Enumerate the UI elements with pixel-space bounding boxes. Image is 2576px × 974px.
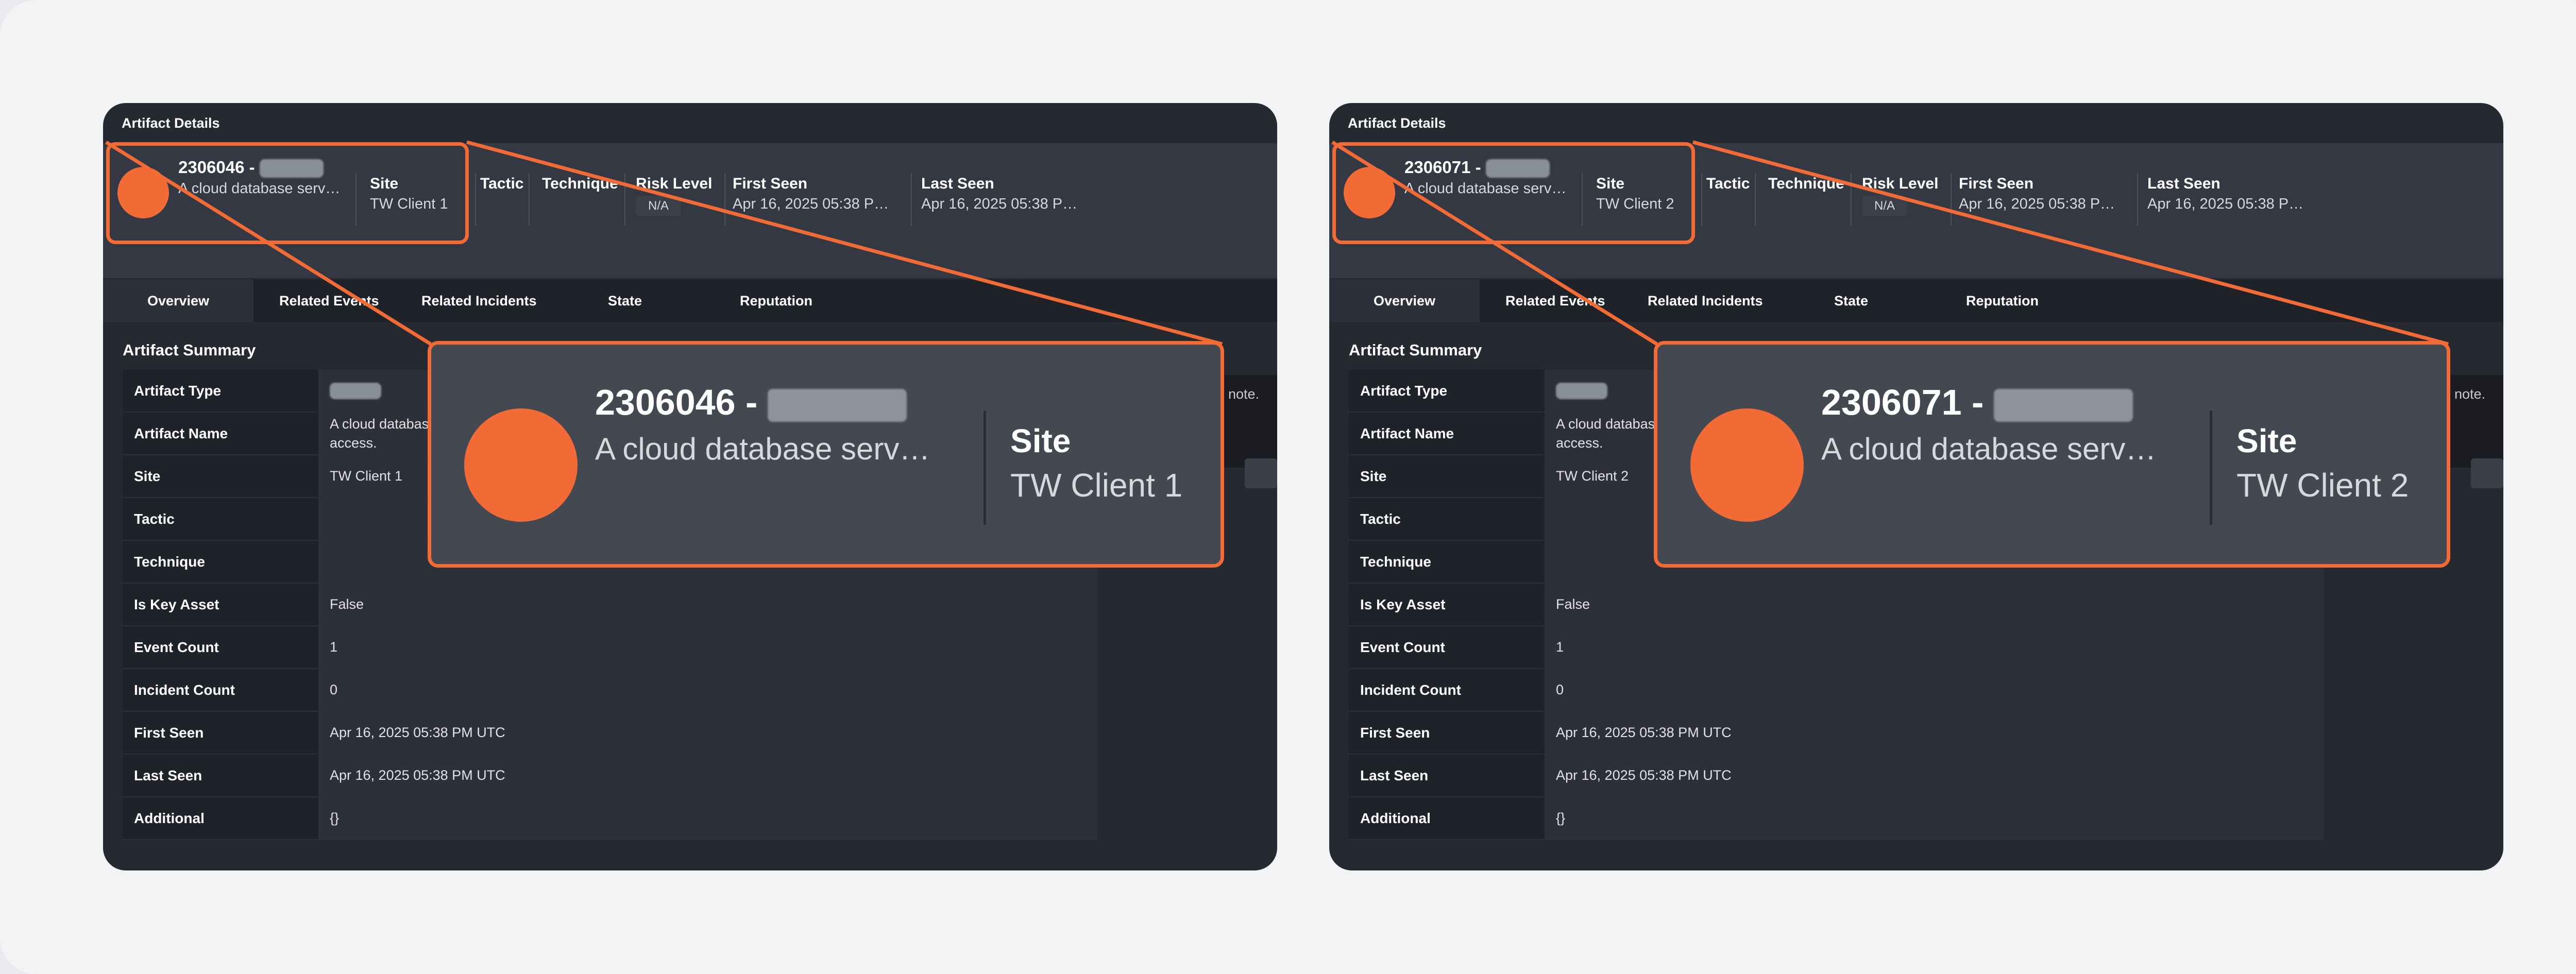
tab-bar: Overview Related Events Related Incident… bbox=[103, 280, 1277, 322]
header-risk-level: Risk Level N/A bbox=[1862, 175, 1938, 216]
header-divider bbox=[724, 173, 725, 226]
header-divider bbox=[1851, 173, 1852, 226]
zoom-site-value: TW Client 2 bbox=[2236, 467, 2409, 504]
table-row: Incident Count 0 bbox=[123, 669, 1097, 712]
risk-level-badge: N/A bbox=[1862, 196, 1908, 216]
side-note-text: note. bbox=[2454, 386, 2486, 402]
header-first-seen: First Seen Apr 16, 2025 05:38 P… bbox=[1959, 175, 2115, 212]
header-risk-level: Risk Level N/A bbox=[636, 175, 712, 216]
highlight-box bbox=[1332, 142, 1695, 244]
header-technique: Technique bbox=[1768, 175, 1844, 192]
zoom-callout: 2306046 - A cloud database serv… Site TW… bbox=[428, 341, 1224, 568]
page-background: Artifact Details 2306046 - A cloud datab… bbox=[0, 0, 2576, 974]
section-title: Artifact Summary bbox=[1349, 341, 1482, 359]
tab-reputation[interactable]: Reputation bbox=[1966, 280, 2039, 322]
side-action-button[interactable] bbox=[1245, 458, 1277, 488]
header-divider bbox=[1951, 173, 1952, 226]
artifact-details-window-right: Artifact Details 2306071 - A cloud datab… bbox=[1329, 103, 2503, 870]
zoom-artifact-id: 2306071 - bbox=[1821, 382, 2133, 423]
side-note-text: note. bbox=[1228, 386, 1260, 402]
table-row: Additional{} bbox=[123, 797, 1097, 840]
table-row: Event Count 1 bbox=[123, 626, 1097, 669]
zoom-artifact-id: 2306046 - bbox=[595, 382, 907, 423]
zoom-site-label: Site bbox=[1010, 422, 1071, 459]
header-tactic: Tactic bbox=[1706, 175, 1750, 192]
table-row: Event Count 1 bbox=[1349, 626, 2324, 669]
section-title: Artifact Summary bbox=[123, 341, 256, 359]
tab-related-events[interactable]: Related Events bbox=[279, 280, 379, 322]
zoom-callout: 2306071 - A cloud database serv… Site TW… bbox=[1654, 341, 2450, 568]
tab-related-incidents[interactable]: Related Incidents bbox=[421, 280, 537, 322]
redacted-value bbox=[1556, 382, 1607, 399]
highlight-box bbox=[106, 142, 469, 244]
zoom-divider bbox=[2210, 411, 2212, 525]
header-last-seen: Last Seen Apr 16, 2025 05:38 P… bbox=[2147, 175, 2304, 212]
header-divider bbox=[1755, 173, 1756, 226]
header-last-seen: Last Seen Apr 16, 2025 05:38 P… bbox=[921, 175, 1078, 212]
table-row: Is Key Asset False bbox=[123, 584, 1097, 626]
table-row: Is Key Asset False bbox=[1349, 584, 2324, 626]
side-action-button[interactable] bbox=[2471, 458, 2503, 488]
zoom-divider bbox=[984, 411, 986, 525]
redacted-name bbox=[767, 388, 907, 422]
zoom-site-label: Site bbox=[2236, 422, 2297, 459]
table-row: Last Seen Apr 16, 2025 05:38 PM UTC bbox=[1349, 755, 2324, 797]
header-divider bbox=[1701, 173, 1702, 226]
tab-overview[interactable]: Overview bbox=[1329, 280, 1480, 322]
tab-overview[interactable]: Overview bbox=[103, 280, 253, 322]
header-divider bbox=[475, 173, 476, 226]
zoom-avatar-icon bbox=[464, 408, 578, 522]
tab-related-incidents[interactable]: Related Incidents bbox=[1648, 280, 1763, 322]
zoom-description: A cloud database serv… bbox=[1821, 432, 2157, 466]
header-divider bbox=[911, 173, 912, 226]
redacted-name bbox=[1993, 388, 2133, 422]
zoom-avatar-icon bbox=[1690, 408, 1804, 522]
zoom-description: A cloud database serv… bbox=[595, 432, 930, 466]
redacted-value bbox=[330, 382, 381, 399]
window-title: Artifact Details bbox=[1348, 115, 1446, 131]
header-tactic: Tactic bbox=[480, 175, 524, 192]
header-divider bbox=[2137, 173, 2138, 226]
tab-related-events[interactable]: Related Events bbox=[1505, 280, 1605, 322]
header-divider bbox=[529, 173, 530, 226]
artifact-details-window-left: Artifact Details 2306046 - A cloud datab… bbox=[103, 103, 1277, 870]
tab-bar: Overview Related Events Related Incident… bbox=[1329, 280, 2503, 322]
table-row: Last Seen Apr 16, 2025 05:38 PM UTC bbox=[123, 755, 1097, 797]
table-row: Incident Count 0 bbox=[1349, 669, 2324, 712]
header-divider bbox=[624, 173, 625, 226]
table-row: First Seen Apr 16, 2025 05:38 PM UTC bbox=[1349, 712, 2324, 755]
zoom-site-value: TW Client 1 bbox=[1010, 467, 1183, 504]
tab-state[interactable]: State bbox=[608, 280, 642, 322]
tab-state[interactable]: State bbox=[1834, 280, 1868, 322]
table-row: First Seen Apr 16, 2025 05:38 PM UTC bbox=[123, 712, 1097, 755]
table-row: Additional{} bbox=[1349, 797, 2324, 840]
tab-reputation[interactable]: Reputation bbox=[740, 280, 812, 322]
header-first-seen: First Seen Apr 16, 2025 05:38 P… bbox=[733, 175, 889, 212]
risk-level-badge: N/A bbox=[636, 196, 682, 216]
header-technique: Technique bbox=[542, 175, 618, 192]
window-title: Artifact Details bbox=[122, 115, 220, 131]
